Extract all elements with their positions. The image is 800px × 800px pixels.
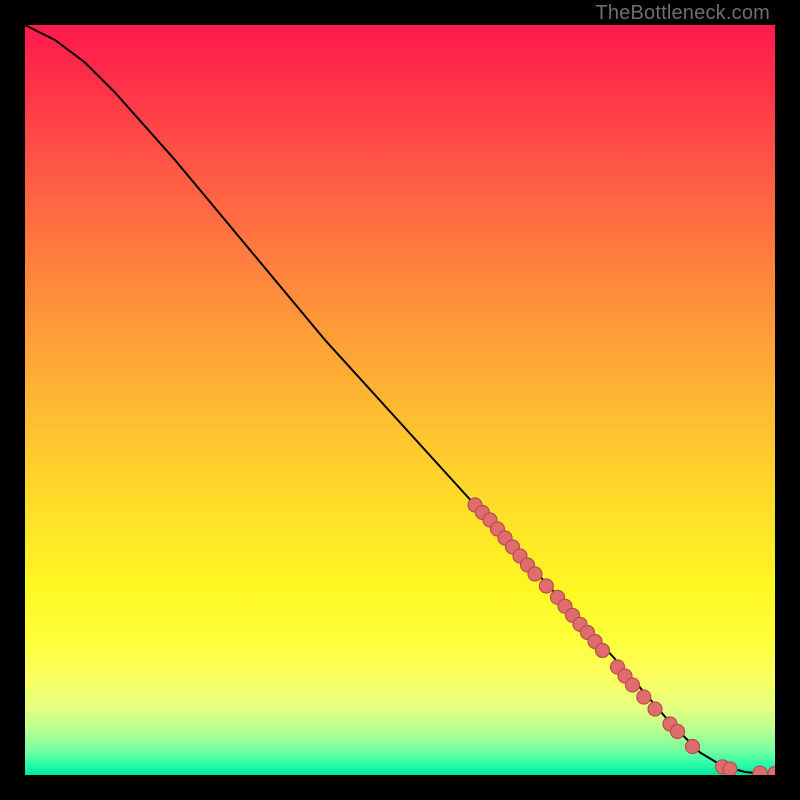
data-point bbox=[686, 740, 700, 754]
data-point bbox=[528, 567, 542, 581]
data-point bbox=[596, 644, 610, 658]
watermark-text: TheBottleneck.com bbox=[595, 2, 770, 25]
data-point bbox=[648, 702, 662, 716]
chart-container: TheBottleneck.com bbox=[0, 0, 800, 800]
data-point bbox=[723, 762, 737, 775]
curve-line bbox=[25, 25, 775, 774]
data-point bbox=[637, 690, 651, 704]
data-point bbox=[753, 766, 767, 775]
data-point bbox=[671, 725, 685, 739]
chart-svg bbox=[25, 25, 775, 775]
plot-area bbox=[25, 25, 775, 775]
data-point bbox=[626, 678, 640, 692]
data-point bbox=[768, 767, 775, 776]
scatter-dots bbox=[468, 498, 775, 775]
data-point bbox=[539, 579, 553, 593]
